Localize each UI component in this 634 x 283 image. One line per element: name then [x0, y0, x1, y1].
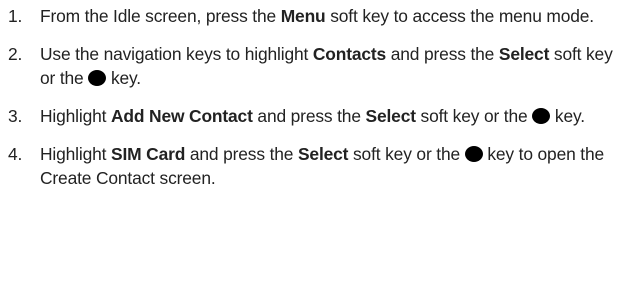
step-text-segment: key.: [106, 68, 141, 88]
add-new-contact-label: Add New Contact: [111, 106, 253, 126]
step-text: Use the navigation keys to highlight Con…: [40, 44, 613, 88]
step-text-segment: Highlight: [40, 106, 112, 126]
step-text-segment: Highlight: [40, 144, 112, 164]
select-key-label: Select: [297, 144, 349, 164]
black-circle-key-icon: [88, 70, 107, 86]
step-text-segment: Use the navigation keys to highlight: [40, 44, 313, 64]
step-number: 2.: [8, 44, 23, 64]
menu-key-label: Menu: [280, 6, 326, 26]
step-text-segment: key.: [550, 106, 585, 126]
step-text-segment: and press the: [252, 106, 366, 126]
select-key-label: Select: [365, 106, 416, 126]
step-1: 1. From the Idle screen, press the Menu …: [0, 4, 630, 28]
select-key-label: Select: [498, 44, 550, 64]
step-4: 4. Highlight SIM Card and press the Sele…: [0, 142, 630, 190]
step-text-segment: soft key to access the menu mode.: [325, 6, 594, 26]
step-3: 3. Highlight Add New Contact and press t…: [0, 104, 630, 128]
step-text-segment: and press the: [386, 44, 499, 64]
step-number: 4.: [8, 144, 23, 164]
contacts-menu-label: Contacts: [312, 44, 387, 64]
step-number: 1.: [8, 6, 23, 26]
step-2: 2. Use the navigation keys to highlight …: [0, 42, 630, 90]
step-text-segment: soft key or the: [415, 106, 533, 126]
sim-card-label: SIM Card: [111, 144, 186, 164]
step-number: 3.: [8, 106, 23, 126]
step-text: From the Idle screen, press the Menu sof…: [40, 6, 594, 26]
step-text-segment: soft key or the: [348, 144, 465, 164]
step-text: Highlight SIM Card and press the Select …: [40, 144, 604, 188]
instruction-steps-list: 1. From the Idle screen, press the Menu …: [0, 4, 630, 190]
black-circle-key-icon: [464, 146, 483, 162]
black-circle-key-icon: [532, 108, 551, 124]
step-text: Highlight Add New Contact and press the …: [40, 106, 585, 126]
step-text-segment: and press the: [185, 144, 298, 164]
step-text-segment: From the Idle screen, press the: [40, 6, 281, 26]
